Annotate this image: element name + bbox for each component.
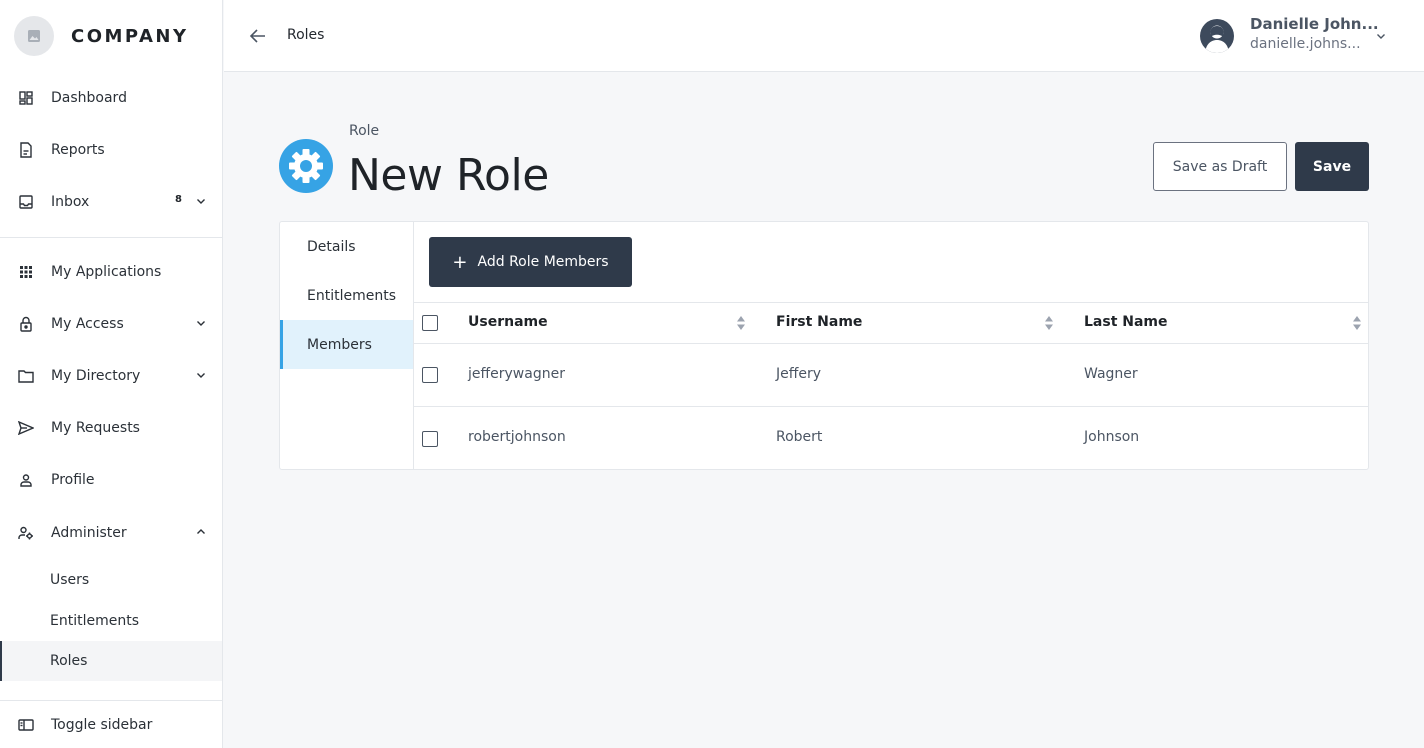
lock-icon: [18, 316, 34, 332]
sidebar-divider: [0, 237, 222, 238]
page-subtitle: Role: [349, 123, 380, 139]
inbox-count-badge: 8: [175, 194, 182, 205]
tab-details[interactable]: Details: [280, 222, 413, 271]
sidebar-item-my-requests[interactable]: My Requests: [0, 406, 222, 450]
column-header-username[interactable]: Username: [468, 314, 548, 330]
sidebar-item-label: Inbox: [51, 194, 90, 210]
add-role-members-button[interactable]: + Add Role Members: [429, 237, 632, 287]
sidebar-item-label: My Applications: [51, 264, 162, 280]
brand: COMPANY: [0, 0, 222, 72]
sidebar-item-my-access[interactable]: My Access: [0, 302, 222, 346]
logo-placeholder-icon: [14, 16, 54, 56]
sidebar-item-label: Reports: [51, 142, 105, 158]
table-row[interactable]: robertjohnson Robert Johnson: [414, 406, 1369, 469]
save-as-draft-button[interactable]: Save as Draft: [1153, 142, 1287, 191]
column-header-last-name[interactable]: Last Name: [1084, 314, 1168, 330]
avatar[interactable]: [1200, 19, 1234, 53]
gear-icon: [279, 139, 333, 193]
grid-icon: [18, 264, 34, 280]
plus-icon: +: [452, 251, 468, 273]
cell-last-name: Johnson: [1084, 429, 1140, 445]
table-header-row: Username First Name Last Name: [414, 302, 1369, 343]
page-title: New Role: [348, 150, 549, 201]
sidebar-subitem-entitlements[interactable]: Entitlements: [0, 601, 222, 641]
user-email: danielle.johns...: [1250, 36, 1361, 52]
user-icon: [18, 472, 34, 488]
tab-members[interactable]: Members: [280, 320, 413, 369]
tab-entitlements[interactable]: Entitlements: [280, 271, 413, 320]
add-role-members-label: Add Role Members: [477, 254, 609, 270]
inbox-icon: [18, 194, 34, 210]
send-icon: [18, 420, 34, 436]
sidebar-item-my-applications[interactable]: My Applications: [0, 250, 222, 294]
sidebar-item-inbox[interactable]: Inbox 8: [0, 180, 222, 224]
back-arrow-icon[interactable]: [248, 26, 268, 46]
cell-first-name: Robert: [776, 429, 823, 445]
sidebar-subitem-users[interactable]: Users: [0, 560, 222, 600]
chevron-down-icon[interactable]: [194, 316, 208, 330]
toggle-sidebar-button[interactable]: Toggle sidebar: [0, 703, 222, 747]
brand-name: COMPANY: [71, 25, 189, 47]
cell-username: robertjohnson: [468, 429, 566, 445]
chevron-down-icon[interactable]: [194, 368, 208, 382]
cell-first-name: Jeffery: [776, 366, 822, 382]
user-name: Danielle John...: [1250, 15, 1379, 33]
admin-icon: [18, 525, 34, 541]
sidebar-item-dashboard[interactable]: Dashboard: [0, 76, 222, 120]
cell-last-name: Wagner: [1084, 366, 1138, 382]
reports-icon: [18, 142, 34, 158]
chevron-down-icon[interactable]: [1374, 29, 1388, 43]
sidebar-item-label: Profile: [51, 472, 95, 488]
sort-icon[interactable]: [1044, 315, 1054, 331]
select-all-checkbox[interactable]: [422, 315, 438, 331]
sidebar-toggle-icon: [18, 717, 34, 733]
folder-icon: [18, 368, 34, 384]
sidebar-item-administer[interactable]: Administer: [0, 511, 222, 555]
sidebar-item-profile[interactable]: Profile: [0, 458, 222, 502]
sidebar-item-label: My Requests: [51, 420, 140, 436]
row-checkbox[interactable]: [422, 367, 438, 383]
sort-icon[interactable]: [736, 315, 746, 331]
sidebar-item-label: Administer: [51, 525, 127, 541]
sidebar-item-reports[interactable]: Reports: [0, 128, 222, 172]
table-row[interactable]: jefferywagner Jeffery Wagner: [414, 343, 1369, 406]
sidebar-item-label: My Access: [51, 316, 124, 332]
sidebar-item-label: Dashboard: [51, 90, 127, 106]
sidebar: COMPANY Dashboard Reports Inbox 8 My App…: [0, 0, 223, 748]
top-header: Roles Danielle John... danielle.johns...: [224, 0, 1424, 72]
cell-username: jefferywagner: [468, 366, 565, 382]
sidebar-divider: [0, 700, 222, 701]
role-card: Details Entitlements Members + Add Role …: [279, 221, 1369, 470]
chevron-up-icon[interactable]: [194, 525, 208, 539]
save-button[interactable]: Save: [1295, 142, 1369, 191]
sidebar-item-my-directory[interactable]: My Directory: [0, 354, 222, 398]
chevron-down-icon[interactable]: [194, 194, 208, 208]
sidebar-item-label: My Directory: [51, 368, 141, 384]
breadcrumb: Roles: [287, 27, 325, 43]
role-tabs: Details Entitlements Members: [280, 222, 414, 469]
sidebar-subitem-roles[interactable]: Roles: [0, 641, 222, 681]
column-header-first-name[interactable]: First Name: [776, 314, 862, 330]
dashboard-icon: [18, 90, 34, 106]
sort-icon[interactable]: [1352, 315, 1362, 331]
toggle-sidebar-label: Toggle sidebar: [51, 717, 153, 733]
row-checkbox[interactable]: [422, 431, 438, 447]
